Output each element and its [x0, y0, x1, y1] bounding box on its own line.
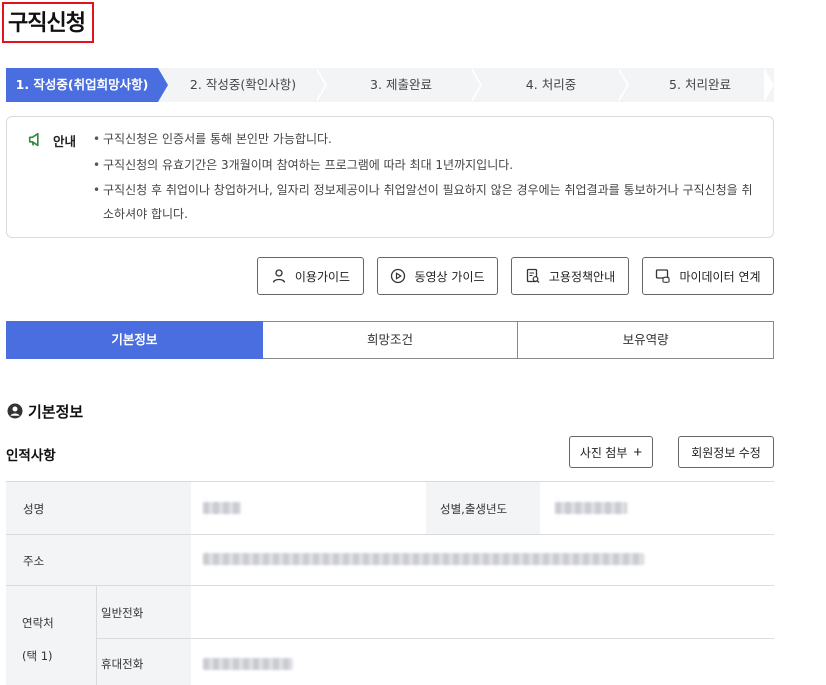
policy-guide-label: 고용정책안내 [548, 269, 616, 284]
notice-item: 구직신청은 인증서를 통해 본인만 가능합니다. [93, 130, 332, 148]
attach-photo-button[interactable]: 사진 첨부 + [569, 436, 653, 468]
notice-box: 안내 구직신청은 인증서를 통해 본인만 가능합니다. 구직신청의 유효기간은 … [6, 116, 774, 238]
gender-value-redacted [555, 502, 627, 514]
step-2: 2. 작성중(확인사항) [189, 77, 297, 92]
name-label-cell: 성명 [6, 482, 191, 534]
contact-note: (택 1) [22, 649, 53, 663]
edit-member-info-label: 회원정보 수정 [691, 445, 761, 460]
name-value-redacted [203, 502, 241, 514]
step-5-end [764, 68, 774, 102]
notice-item: 구직신청의 유효기간은 3개월이며 참여하는 프로그램에 따라 최대 1년까지입… [93, 156, 513, 174]
gender-label-cell: 성별,출생년도 [426, 482, 540, 534]
info-tabs: 기본정보 희망조건 보유역량 [6, 321, 775, 359]
step-progress: 1. 작성중(취업희망사항) 2. 작성중(확인사항) 3. 제출완료 4. 처… [6, 68, 774, 102]
plus-icon: + [633, 443, 643, 461]
tab-basic-info[interactable]: 기본정보 [6, 321, 263, 359]
database-device-icon [656, 269, 670, 283]
contact-label-cell: 연락처 (택 1) [6, 586, 96, 685]
gender-birth-label: 성별,출생년도 [440, 502, 508, 516]
address-label-cell: 주소 [6, 535, 191, 585]
user-circle-icon [7, 403, 23, 419]
policy-guide-button[interactable]: 고용정책안내 [511, 257, 629, 295]
personal-info-title: 인적사항 [6, 448, 56, 464]
notice-item: 구직신청 후 취업이나 창업하거나, 일자리 정보제공이나 취업알선이 필요하지… [93, 181, 763, 199]
name-label: 성명 [23, 502, 45, 516]
play-icon [391, 268, 406, 284]
step-1-arrow [158, 68, 168, 102]
megaphone-icon [28, 132, 39, 147]
tab-desired-conditions[interactable]: 희망조건 [262, 321, 519, 359]
attach-photo-label: 사진 첨부 [579, 445, 628, 460]
address-label: 주소 [23, 554, 45, 568]
person-icon [272, 269, 286, 283]
address-value-redacted [203, 553, 644, 565]
step-2-arrow [315, 68, 325, 102]
usage-guide-button[interactable]: 이용가이드 [257, 257, 364, 295]
step-5: 5. 처리완료 [669, 77, 731, 92]
step-3: 3. 제출완료 [370, 77, 432, 92]
phone-label-cell: 일반전화 [97, 586, 191, 638]
mydata-link-button[interactable]: 마이데이터 연계 [642, 257, 774, 295]
mobile-label: 휴대전화 [101, 657, 144, 671]
step-1: 1. 작성중(취업희망사항) [6, 68, 158, 102]
mobile-value-redacted [203, 658, 293, 670]
phone-label: 일반전화 [101, 606, 144, 620]
table-row-divider [97, 638, 774, 639]
edit-member-info-button[interactable]: 회원정보 수정 [678, 436, 774, 468]
notice-label: 안내 [53, 134, 77, 149]
usage-guide-label: 이용가이드 [294, 269, 351, 284]
notice-item-continued: 소하셔야 합니다. [103, 207, 188, 221]
document-search-icon [526, 268, 540, 283]
mydata-link-label: 마이데이터 연계 [679, 269, 761, 284]
section-title: 기본정보 [28, 403, 84, 421]
tab-competencies[interactable]: 보유역량 [518, 321, 775, 359]
page-title: 구직신청 [8, 11, 86, 36]
video-guide-button[interactable]: 동영상 가이드 [377, 257, 498, 295]
contact-label: 연락처 [22, 616, 54, 630]
step-4: 4. 처리중 [525, 77, 577, 92]
video-guide-label: 동영상 가이드 [414, 269, 485, 284]
mobile-label-cell: 휴대전화 [97, 639, 191, 685]
